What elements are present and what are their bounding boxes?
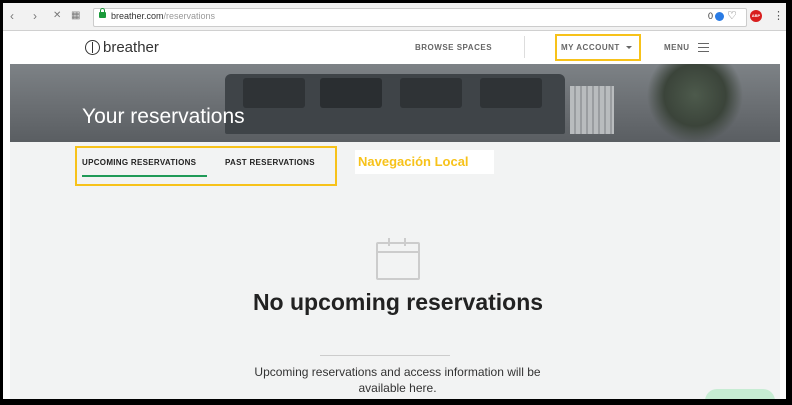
empty-state-title: No upcoming reservations bbox=[252, 289, 544, 315]
site-header: breather BROWSE SPACES MY ACCOUNT MENU bbox=[10, 31, 780, 64]
hero-sofa-image bbox=[225, 74, 565, 134]
browser-menu-icon[interactable]: ⋮ bbox=[773, 9, 784, 22]
logo-leaf-icon bbox=[85, 40, 100, 55]
address-bar[interactable]: breather.com/reservations bbox=[93, 8, 747, 27]
sofa-cushion bbox=[400, 78, 462, 108]
calendar-icon bbox=[376, 238, 420, 280]
chat-widget-button[interactable] bbox=[705, 389, 775, 399]
logo-text: breather bbox=[103, 39, 159, 56]
hamburger-icon bbox=[697, 43, 709, 53]
calendar-ring bbox=[388, 238, 390, 246]
browser-toolbar: ‹ › ✕ ▦ breather.com/reservations 0 ♡ AB… bbox=[3, 3, 786, 31]
stop-icon[interactable]: ✕ bbox=[53, 9, 61, 23]
heart-icon[interactable]: ♡ bbox=[727, 9, 737, 22]
divider bbox=[320, 355, 450, 356]
adblock-icon[interactable]: ABP bbox=[750, 10, 762, 22]
tab-upcoming-reservations[interactable]: UPCOMING RESERVATIONS bbox=[82, 158, 196, 167]
extension-count[interactable]: 0 bbox=[708, 11, 713, 21]
hero-plant-image bbox=[645, 64, 745, 142]
extension-blue-icon[interactable] bbox=[715, 12, 724, 21]
tab-past-reservations[interactable]: PAST RESERVATIONS bbox=[225, 158, 315, 167]
breather-logo[interactable]: breather bbox=[85, 39, 159, 56]
sofa-cushion bbox=[320, 78, 382, 108]
active-tab-indicator bbox=[82, 175, 207, 177]
my-account-dropdown[interactable]: MY ACCOUNT bbox=[561, 43, 632, 52]
main-content: UPCOMING RESERVATIONS PAST RESERVATIONS … bbox=[10, 142, 780, 399]
empty-state-description: Upcoming reservations and access informa… bbox=[254, 365, 541, 395]
sofa-cushion bbox=[480, 78, 542, 108]
calendar-ring bbox=[404, 238, 406, 246]
annotation-label: Navegación Local bbox=[355, 150, 494, 174]
url-text: breather.com/reservations bbox=[111, 11, 216, 21]
sofa-cushion bbox=[243, 78, 305, 108]
menu-button[interactable]: MENU bbox=[664, 43, 709, 53]
lock-icon bbox=[99, 8, 106, 18]
forward-icon[interactable]: › bbox=[33, 9, 37, 23]
screenshot-frame: ‹ › ✕ ▦ breather.com/reservations 0 ♡ AB… bbox=[3, 3, 786, 399]
page-title: Your reservations bbox=[82, 105, 245, 128]
back-icon[interactable]: ‹ bbox=[10, 9, 14, 23]
header-divider bbox=[524, 36, 525, 58]
browse-spaces-link[interactable]: BROWSE SPACES bbox=[415, 43, 492, 52]
hero-banner: Your reservations bbox=[10, 64, 780, 142]
hero-radiator-image bbox=[570, 86, 614, 134]
apps-icon[interactable]: ▦ bbox=[71, 9, 80, 23]
chevron-down-icon bbox=[625, 46, 632, 50]
